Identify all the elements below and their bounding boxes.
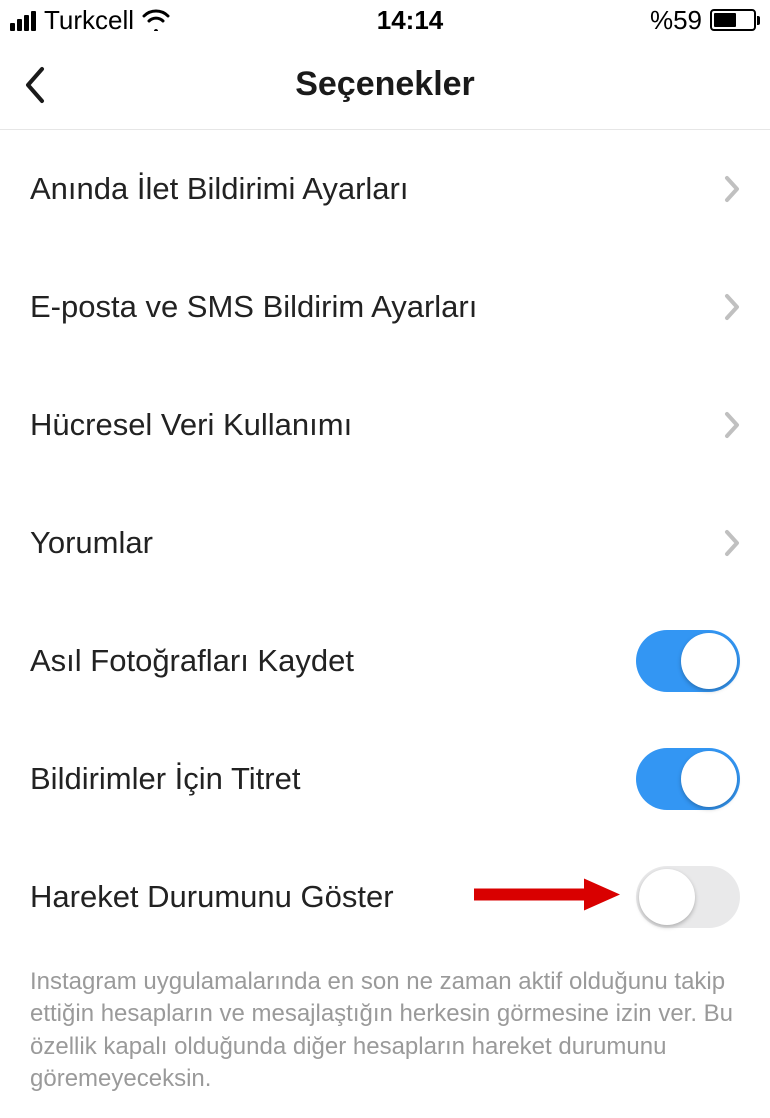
chevron-right-icon [724,175,740,203]
activity-status-description: Instagram uygulamalarında en son ne zama… [0,956,770,1096]
row-cellular-data[interactable]: Hücresel Veri Kullanımı [30,366,740,484]
row-label: Hücresel Veri Kullanımı [30,407,352,443]
carrier-label: Turkcell [44,5,134,36]
signal-icon [10,9,36,31]
row-push-notifications[interactable]: Anında İlet Bildirimi Ayarları [30,130,740,248]
settings-list: Anında İlet Bildirimi Ayarları E-posta v… [0,130,770,956]
nav-header: Seçenekler [0,40,770,130]
chevron-right-icon [724,411,740,439]
row-label: Asıl Fotoğrafları Kaydet [30,643,354,679]
toggle-vibrate-notifications[interactable] [636,748,740,810]
battery-icon [710,9,760,31]
row-label: E-posta ve SMS Bildirim Ayarları [30,289,477,325]
toggle-save-original-photos[interactable] [636,630,740,692]
status-bar: Turkcell 14:14 %59 [0,0,770,40]
chevron-right-icon [724,293,740,321]
battery-percent: %59 [650,5,702,36]
row-save-original-photos: Asıl Fotoğrafları Kaydet [30,602,740,720]
wifi-icon [142,9,170,31]
arrow-annotation-icon [472,875,622,920]
row-comments[interactable]: Yorumlar [30,484,740,602]
clock: 14:14 [170,5,650,36]
row-label: Yorumlar [30,525,153,561]
toggle-show-activity-status[interactable] [636,866,740,928]
page-title: Seçenekler [0,65,770,104]
chevron-right-icon [724,529,740,557]
row-label: Bildirimler İçin Titret [30,761,300,797]
row-email-sms-notifications[interactable]: E-posta ve SMS Bildirim Ayarları [30,248,740,366]
row-label: Anında İlet Bildirimi Ayarları [30,171,408,207]
row-show-activity-status: Hareket Durumunu Göster [30,838,740,956]
row-label: Hareket Durumunu Göster [30,879,394,915]
back-button[interactable] [0,40,70,129]
row-vibrate-notifications: Bildirimler İçin Titret [30,720,740,838]
